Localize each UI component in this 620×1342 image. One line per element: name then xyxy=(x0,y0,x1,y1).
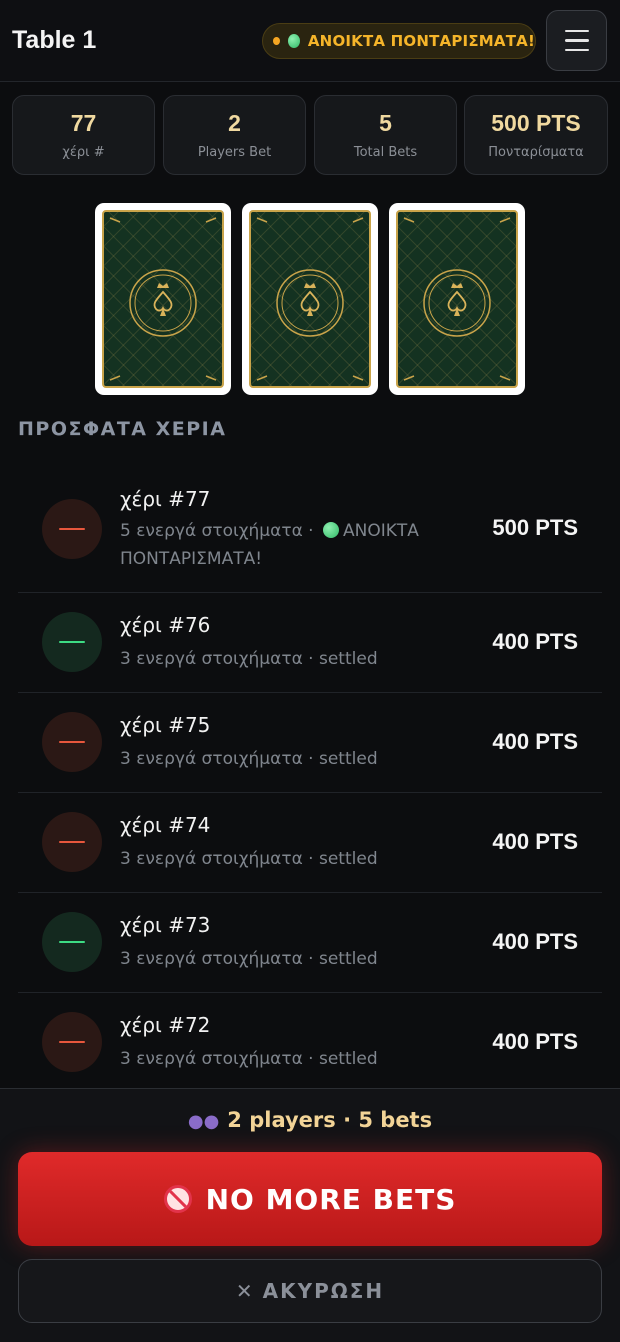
stat-value: 77 xyxy=(70,110,97,136)
hand-title: χέρι #77 xyxy=(120,487,211,511)
spade-crown-icon xyxy=(109,217,217,381)
stat-hand-number: 77 χέρι # xyxy=(12,95,155,175)
hand-amount: 400 PTS xyxy=(492,929,578,954)
card-back xyxy=(95,203,231,395)
hand-title: χέρι #75 xyxy=(120,713,211,737)
list-item[interactable]: χέρι #75 3 ενεργά στοιχήματα · settled 4… xyxy=(18,693,602,793)
hand-subtitle: 3 ενεργά στοιχήματα · settled xyxy=(120,1049,378,1069)
close-icon: ✕ xyxy=(235,1279,255,1303)
list-item[interactable]: χέρι #77 5 ενεργά στοιχήματα · ΑΝΟΙΚΤΑ Π… xyxy=(18,465,602,593)
top-bar: Table 1 ΑΝΟΙΚΤΑ ΠΟΝΤΑΡΙΣΜΑΤΑ! xyxy=(0,0,620,82)
hand-title: χέρι #72 xyxy=(120,1013,211,1037)
hand-amount: 400 PTS xyxy=(492,1029,578,1054)
status-dot-icon xyxy=(273,37,280,45)
no-more-bets-button[interactable]: NO MORE BETS xyxy=(18,1152,602,1246)
spade-crown-icon xyxy=(256,217,364,381)
stat-value: 5 xyxy=(379,110,392,136)
hand-subtitle: 3 ενεργά στοιχήματα · settled xyxy=(120,949,378,969)
open-indicator-icon xyxy=(323,522,339,538)
betting-status-badge: ΑΝΟΙΚΤΑ ΠΟΝΤΑΡΙΣΜΑΤΑ! xyxy=(262,23,536,59)
status-badge-label: ΑΝΟΙΚΤΑ ΠΟΝΤΑΡΙΣΜΑΤΑ! xyxy=(307,32,535,50)
minus-icon xyxy=(42,712,102,772)
hand-title: χέρι #76 xyxy=(120,613,211,637)
minus-icon xyxy=(42,1012,102,1072)
minus-icon xyxy=(42,499,102,559)
hand-title: χέρι #73 xyxy=(120,913,211,937)
hamburger-menu-icon xyxy=(564,29,589,33)
players-icon: ●● xyxy=(187,1111,220,1132)
list-item[interactable]: χέρι #74 3 ενεργά στοιχήματα · settled 4… xyxy=(18,793,602,893)
recent-hands-heading: ΠΡΟΣΦΑΤΑ ΧΕΡΙΑ xyxy=(18,418,227,440)
card-back xyxy=(242,203,378,395)
cancel-label: ΑΚΥΡΩΣΗ xyxy=(262,1279,385,1303)
hand-subtitle: 3 ενεργά στοιχήματα · settled xyxy=(120,849,378,869)
minus-icon xyxy=(42,812,102,872)
stat-value: 2 xyxy=(228,110,241,136)
list-item[interactable]: χέρι #73 3 ενεργά στοιχήματα · settled 4… xyxy=(18,893,602,993)
stat-label: χέρι # xyxy=(62,145,105,160)
stat-value: 500 PTS xyxy=(491,110,581,136)
stat-total-stakes: 500 PTS Πονταρίσματα xyxy=(464,95,608,175)
hand-amount: 400 PTS xyxy=(492,829,578,854)
hand-subtitle: 3 ενεργά στοιχήματα · settled xyxy=(120,749,378,769)
stat-players-bet: 2 Players Bet xyxy=(163,95,306,175)
minus-icon xyxy=(42,912,102,972)
hand-title: χέρι #74 xyxy=(120,813,211,837)
cancel-button[interactable]: ✕ ΑΚΥΡΩΣΗ xyxy=(18,1259,602,1323)
stat-total-bets: 5 Total Bets xyxy=(314,95,457,175)
spade-crown-icon xyxy=(403,217,511,381)
open-indicator-icon xyxy=(287,34,300,48)
recent-hands-list: χέρι #77 5 ενεργά στοιχήματα · ΑΝΟΙΚΤΑ Π… xyxy=(18,465,602,1093)
stat-label: Players Bet xyxy=(197,145,272,160)
page-title: Table 1 xyxy=(12,26,97,54)
prohibited-icon xyxy=(163,1185,192,1213)
card-back xyxy=(389,203,525,395)
minus-icon xyxy=(42,612,102,672)
no-more-bets-label: NO MORE BETS xyxy=(205,1182,457,1216)
list-item[interactable]: χέρι #76 3 ενεργά στοιχήματα · settled 4… xyxy=(18,593,602,693)
list-item[interactable]: χέρι #72 3 ενεργά στοιχήματα · settled 4… xyxy=(18,993,602,1093)
stat-label: Total Bets xyxy=(353,145,418,160)
hand-amount: 400 PTS xyxy=(492,629,578,654)
bet-summary: ●● 2 players · 5 bets xyxy=(187,1108,433,1132)
hand-subtitle: 3 ενεργά στοιχήματα · settled xyxy=(120,649,378,669)
menu-button[interactable] xyxy=(546,10,607,71)
hand-amount: 500 PTS xyxy=(492,515,578,540)
hand-amount: 400 PTS xyxy=(492,729,578,754)
stat-label: Πονταρίσματα xyxy=(488,145,584,160)
hand-subtitle: 5 ενεργά στοιχήματα · ΑΝΟΙΚΤΑ ΠΟΝΤΑΡΙΣΜΑ… xyxy=(120,521,419,569)
